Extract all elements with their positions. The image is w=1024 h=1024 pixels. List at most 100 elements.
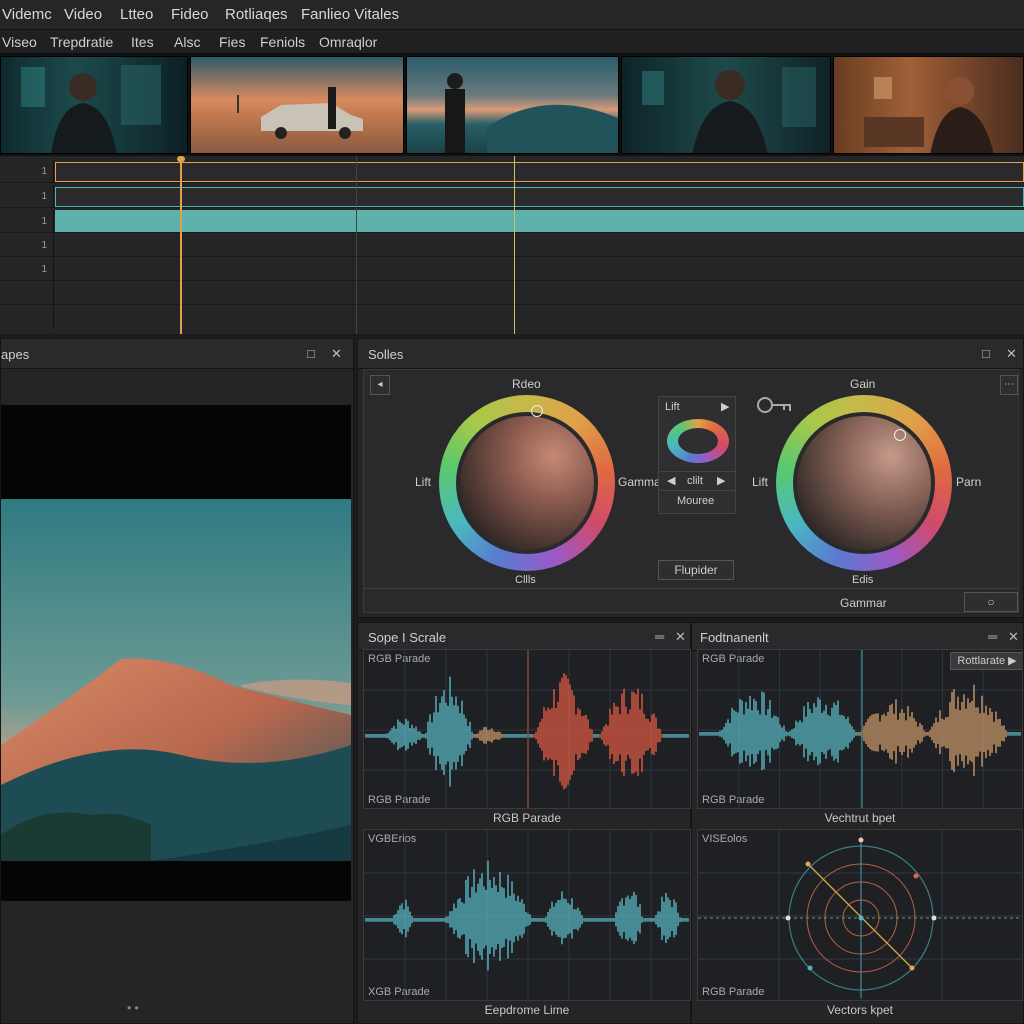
color-wheel-secondary[interactable]	[776, 395, 952, 571]
scope-mode-button[interactable]: Rottlarate ▶	[950, 652, 1022, 670]
scope-caption: Eepdrome Lime	[484, 1003, 570, 1017]
menu-bar: Videmc Video Ltteo Fideo Rotliaqes Fanli…	[0, 0, 1024, 30]
wheel1-bottom-label: Cllls	[515, 574, 536, 586]
wheel-handle[interactable]	[531, 405, 543, 417]
timeline-clip[interactable]	[55, 210, 1024, 232]
divider	[364, 588, 1018, 589]
pagination-dots[interactable]: • •	[127, 1001, 139, 1015]
tab-3[interactable]: Ites	[131, 34, 154, 50]
menu-item-4[interactable]: Fideo	[171, 6, 209, 23]
track-number: 1	[0, 234, 54, 257]
scope-panel-left: Sope I Scrale RGB Parade RGB Parade RGB …	[357, 622, 691, 1024]
menu-icon[interactable]: ═	[988, 629, 997, 644]
vectorscope[interactable]: VISEolos RGB Parade	[697, 829, 1023, 1001]
wheel2-left-label: Lift	[752, 475, 769, 489]
video-viewer[interactable]	[1, 405, 351, 901]
next-arrow-icon[interactable]: ▶	[717, 474, 725, 487]
scope-header: Fodtnanenlt ═ ✕	[692, 623, 1023, 651]
picker-button[interactable]: Flupider	[658, 560, 734, 580]
close-icon[interactable]: ✕	[675, 629, 686, 645]
menu-icon[interactable]: ═	[655, 629, 664, 644]
clip-thumbnail-strip	[0, 54, 1024, 156]
mode-selector-title: Lift	[665, 401, 680, 413]
timeline-track[interactable]: 1	[0, 210, 1024, 233]
prev-arrow-icon[interactable]: ◀	[667, 474, 675, 487]
footer-label: Gammar	[840, 596, 887, 610]
tab-6[interactable]: Feniols	[260, 34, 305, 50]
mode-cycle[interactable]: ◀ clilt ▶	[659, 471, 735, 491]
options-button[interactable]: ⋯	[1000, 375, 1018, 395]
tab-4[interactable]: Alsc	[174, 34, 200, 50]
reset-button[interactable]: ◂	[370, 375, 390, 395]
wheel2-bottom-label: Edis	[852, 574, 874, 586]
menu-item-5[interactable]: Rotliaqes	[225, 6, 288, 23]
clip-thumbnail[interactable]	[406, 56, 619, 154]
timeline-track[interactable]: 1	[0, 234, 1024, 257]
wheel1-right-label: Gamma	[618, 475, 661, 489]
menu-item-3[interactable]: Ltteo	[120, 6, 153, 23]
waveform-graph	[364, 650, 690, 808]
color-wheel-primary[interactable]	[439, 395, 615, 571]
waveform-graph	[364, 830, 690, 1000]
play-icon[interactable]: ▶	[721, 400, 729, 413]
waveform-scope-2[interactable]: VGBErios XGB Parade	[363, 829, 691, 1001]
tab-1[interactable]: Viseo	[2, 34, 37, 50]
waveform-graph	[698, 650, 1022, 808]
maximize-icon[interactable]: □	[307, 346, 315, 361]
close-icon[interactable]: ✕	[331, 346, 342, 362]
scope-title: Fodtnanenlt	[700, 630, 769, 645]
menu-item-6[interactable]: Fanlieo Vitales	[301, 6, 399, 23]
track-number: 1	[0, 258, 54, 281]
clip-thumbnail[interactable]	[621, 56, 831, 154]
menu-item-1[interactable]: Videmc	[2, 6, 52, 23]
mode-selector-mode: Mouree	[677, 495, 715, 507]
tab-5[interactable]: Fies	[219, 34, 245, 50]
waveform-scope[interactable]: RGB Parade RGB Parade	[363, 649, 691, 809]
wheel-handle[interactable]	[894, 429, 906, 441]
tab-2[interactable]: Trepdratie	[50, 34, 113, 50]
tab-7[interactable]: Omraqlor	[319, 34, 377, 50]
waveform-scope[interactable]: RGB Parade RGB Parade Rottlarate ▶	[697, 649, 1023, 809]
scope-mode-label: Rottlarate	[957, 655, 1006, 667]
clip-image-desert-car	[237, 87, 363, 139]
timeline-clip[interactable]	[55, 162, 1024, 182]
timeline-track[interactable]	[0, 306, 1024, 329]
viewer-image-desert-dunes	[1, 499, 351, 861]
timeline-track[interactable]: 1	[0, 160, 1024, 183]
scope-caption: RGB Parade	[492, 811, 562, 825]
wheel1-left-label: Lift	[415, 475, 432, 489]
viewer-panel: apes □ ✕ • •	[0, 338, 354, 1024]
viewer-title: apes	[1, 347, 30, 362]
circle-toggle-button[interactable]: ○	[964, 592, 1018, 612]
timeline[interactable]: 1 1 1 1 1	[0, 156, 1024, 334]
timeline-clip[interactable]	[55, 187, 1024, 207]
grade-title: Solles	[368, 347, 404, 362]
vectorscope-graph	[698, 830, 1022, 1000]
close-icon[interactable]: ✕	[1008, 629, 1019, 645]
timeline-track[interactable]: 1	[0, 185, 1024, 208]
scope-caption: Vectors kpet	[826, 1003, 894, 1017]
mini-color-ring[interactable]	[667, 419, 729, 463]
wheel2-top-label: Gain	[850, 377, 876, 391]
key-icon[interactable]	[756, 396, 796, 418]
wheel2-right-label: Parn	[956, 475, 982, 489]
playhead-handle[interactable]	[177, 156, 185, 162]
clip-thumbnail[interactable]	[833, 56, 1024, 154]
timeline-marker[interactable]	[514, 156, 515, 334]
grade-header: Solles □ ✕	[358, 339, 1023, 369]
page-tabs: Viseo Trepdratie Ites Alsc Fies Feniols …	[0, 30, 1024, 54]
timeline-track[interactable]: 1	[0, 258, 1024, 281]
clip-thumbnail[interactable]	[190, 56, 404, 154]
scope-title: Sope I Scrale	[368, 630, 447, 645]
close-icon[interactable]: ✕	[1006, 346, 1017, 362]
maximize-icon[interactable]: □	[982, 346, 990, 361]
playhead[interactable]	[180, 156, 182, 334]
timeline-track[interactable]	[0, 282, 1024, 305]
track-number	[0, 306, 54, 329]
menu-item-2[interactable]: Video	[64, 6, 102, 23]
mode-selector: Lift ▶ ◀ clilt ▶ Mouree	[658, 396, 736, 514]
track-number: 1	[0, 160, 54, 183]
clip-thumbnail[interactable]	[0, 56, 188, 154]
scope-caption: Vechtrut bpet	[824, 811, 896, 825]
track-number: 1	[0, 210, 54, 233]
